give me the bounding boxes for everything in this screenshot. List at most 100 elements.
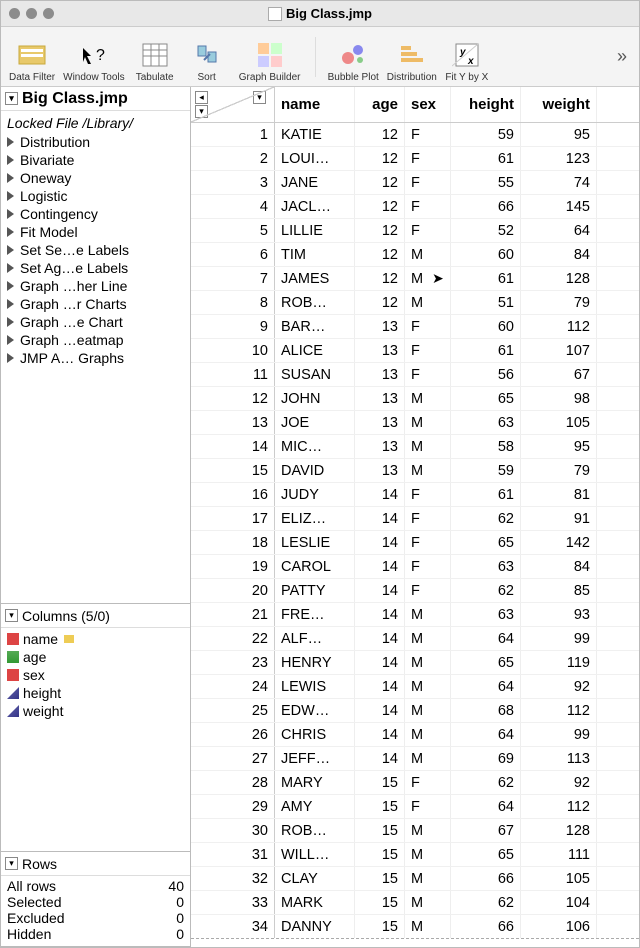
- row-number[interactable]: 33: [191, 891, 275, 914]
- cell-sex[interactable]: F: [405, 579, 451, 602]
- cell-height[interactable]: 67: [451, 819, 521, 842]
- table-row[interactable]: 7JAMES12M61128: [191, 267, 639, 291]
- cell-age[interactable]: 14: [355, 483, 405, 506]
- cell-age[interactable]: 13: [355, 459, 405, 482]
- table-row[interactable]: 16JUDY14F6181: [191, 483, 639, 507]
- cell-height[interactable]: 61: [451, 483, 521, 506]
- row-number[interactable]: 21: [191, 603, 275, 626]
- cell-sex[interactable]: F: [405, 315, 451, 338]
- cell-weight[interactable]: 145: [521, 195, 597, 218]
- cell-weight[interactable]: 91: [521, 507, 597, 530]
- cell-sex[interactable]: M: [405, 867, 451, 890]
- cell-sex[interactable]: M: [405, 387, 451, 410]
- row-number[interactable]: 29: [191, 795, 275, 818]
- cell-weight[interactable]: 79: [521, 291, 597, 314]
- cell-weight[interactable]: 105: [521, 867, 597, 890]
- cell-name[interactable]: ROB…: [275, 291, 355, 314]
- cell-name[interactable]: ROB…: [275, 819, 355, 842]
- column-item-age[interactable]: age: [5, 648, 186, 666]
- table-row[interactable]: 10ALICE13F61107: [191, 339, 639, 363]
- cell-age[interactable]: 13: [355, 387, 405, 410]
- cell-sex[interactable]: M: [405, 675, 451, 698]
- cell-age[interactable]: 12: [355, 219, 405, 242]
- tabulate-button[interactable]: Tabulate: [131, 29, 179, 85]
- row-number[interactable]: 34: [191, 915, 275, 938]
- cell-weight[interactable]: 107: [521, 339, 597, 362]
- cell-weight[interactable]: 112: [521, 795, 597, 818]
- table-row[interactable]: 3JANE12F5574: [191, 171, 639, 195]
- cell-height[interactable]: 62: [451, 891, 521, 914]
- col-header-age[interactable]: age: [355, 87, 405, 122]
- table-disclosure-icon[interactable]: ▾: [5, 92, 18, 105]
- table-row[interactable]: 12JOHN13M6598: [191, 387, 639, 411]
- cell-weight[interactable]: 142: [521, 531, 597, 554]
- cell-sex[interactable]: F: [405, 555, 451, 578]
- table-row[interactable]: 18LESLIE14F65142: [191, 531, 639, 555]
- cell-weight[interactable]: 106: [521, 915, 597, 938]
- table-row[interactable]: 25EDW…14M68112: [191, 699, 639, 723]
- cell-weight[interactable]: 128: [521, 819, 597, 842]
- row-number[interactable]: 19: [191, 555, 275, 578]
- cell-sex[interactable]: M: [405, 699, 451, 722]
- cell-age[interactable]: 14: [355, 555, 405, 578]
- cell-weight[interactable]: 93: [521, 603, 597, 626]
- cell-name[interactable]: JAMES: [275, 267, 355, 290]
- cell-age[interactable]: 13: [355, 339, 405, 362]
- cell-name[interactable]: HENRY: [275, 651, 355, 674]
- cell-age[interactable]: 12: [355, 147, 405, 170]
- cell-sex[interactable]: M: [405, 723, 451, 746]
- table-row[interactable]: 14MIC…13M5895: [191, 435, 639, 459]
- row-number[interactable]: 32: [191, 867, 275, 890]
- cell-sex[interactable]: M: [405, 651, 451, 674]
- cell-age[interactable]: 14: [355, 723, 405, 746]
- table-row[interactable]: 27JEFF…14M69113: [191, 747, 639, 771]
- cell-weight[interactable]: 74: [521, 171, 597, 194]
- cell-age[interactable]: 15: [355, 795, 405, 818]
- script-item[interactable]: Fit Model: [5, 223, 186, 241]
- cell-age[interactable]: 13: [355, 315, 405, 338]
- cell-weight[interactable]: 95: [521, 435, 597, 458]
- cell-height[interactable]: 62: [451, 771, 521, 794]
- row-number[interactable]: 18: [191, 531, 275, 554]
- cell-name[interactable]: LILLIE: [275, 219, 355, 242]
- cell-sex[interactable]: M: [405, 747, 451, 770]
- table-row[interactable]: 34DANNY15M66106: [191, 915, 639, 939]
- cell-age[interactable]: 15: [355, 843, 405, 866]
- distribution-button[interactable]: Distribution: [385, 29, 439, 85]
- table-row[interactable]: 22ALF…14M6499: [191, 627, 639, 651]
- cell-height[interactable]: 59: [451, 123, 521, 146]
- row-number[interactable]: 20: [191, 579, 275, 602]
- close-window-button[interactable]: [9, 8, 20, 19]
- cell-age[interactable]: 14: [355, 603, 405, 626]
- table-row[interactable]: 33MARK15M62104: [191, 891, 639, 915]
- cell-sex[interactable]: F: [405, 219, 451, 242]
- script-item[interactable]: Graph …r Charts: [5, 295, 186, 313]
- sort-button[interactable]: Sort: [183, 29, 231, 85]
- cell-weight[interactable]: 84: [521, 243, 597, 266]
- cell-name[interactable]: JACL…: [275, 195, 355, 218]
- cell-name[interactable]: JANE: [275, 171, 355, 194]
- cell-height[interactable]: 66: [451, 867, 521, 890]
- cell-weight[interactable]: 81: [521, 483, 597, 506]
- cell-name[interactable]: BAR…: [275, 315, 355, 338]
- table-panel-header[interactable]: ▾ Big Class.jmp: [1, 87, 190, 111]
- row-number[interactable]: 15: [191, 459, 275, 482]
- row-number[interactable]: 22: [191, 627, 275, 650]
- table-row[interactable]: 2LOUI…12F61123: [191, 147, 639, 171]
- table-row[interactable]: 19CAROL14F6384: [191, 555, 639, 579]
- cell-height[interactable]: 63: [451, 555, 521, 578]
- rows-panel-header[interactable]: ▾ Rows: [1, 852, 190, 876]
- cell-sex[interactable]: F: [405, 147, 451, 170]
- cell-sex[interactable]: F: [405, 771, 451, 794]
- cell-weight[interactable]: 67: [521, 363, 597, 386]
- cell-height[interactable]: 64: [451, 627, 521, 650]
- cell-name[interactable]: CAROL: [275, 555, 355, 578]
- cell-name[interactable]: LOUI…: [275, 147, 355, 170]
- script-item[interactable]: Graph …eatmap: [5, 331, 186, 349]
- cell-age[interactable]: 14: [355, 627, 405, 650]
- row-number[interactable]: 9: [191, 315, 275, 338]
- cell-age[interactable]: 15: [355, 867, 405, 890]
- script-item[interactable]: Set Ag…e Labels: [5, 259, 186, 277]
- cell-sex[interactable]: M: [405, 891, 451, 914]
- row-number[interactable]: 16: [191, 483, 275, 506]
